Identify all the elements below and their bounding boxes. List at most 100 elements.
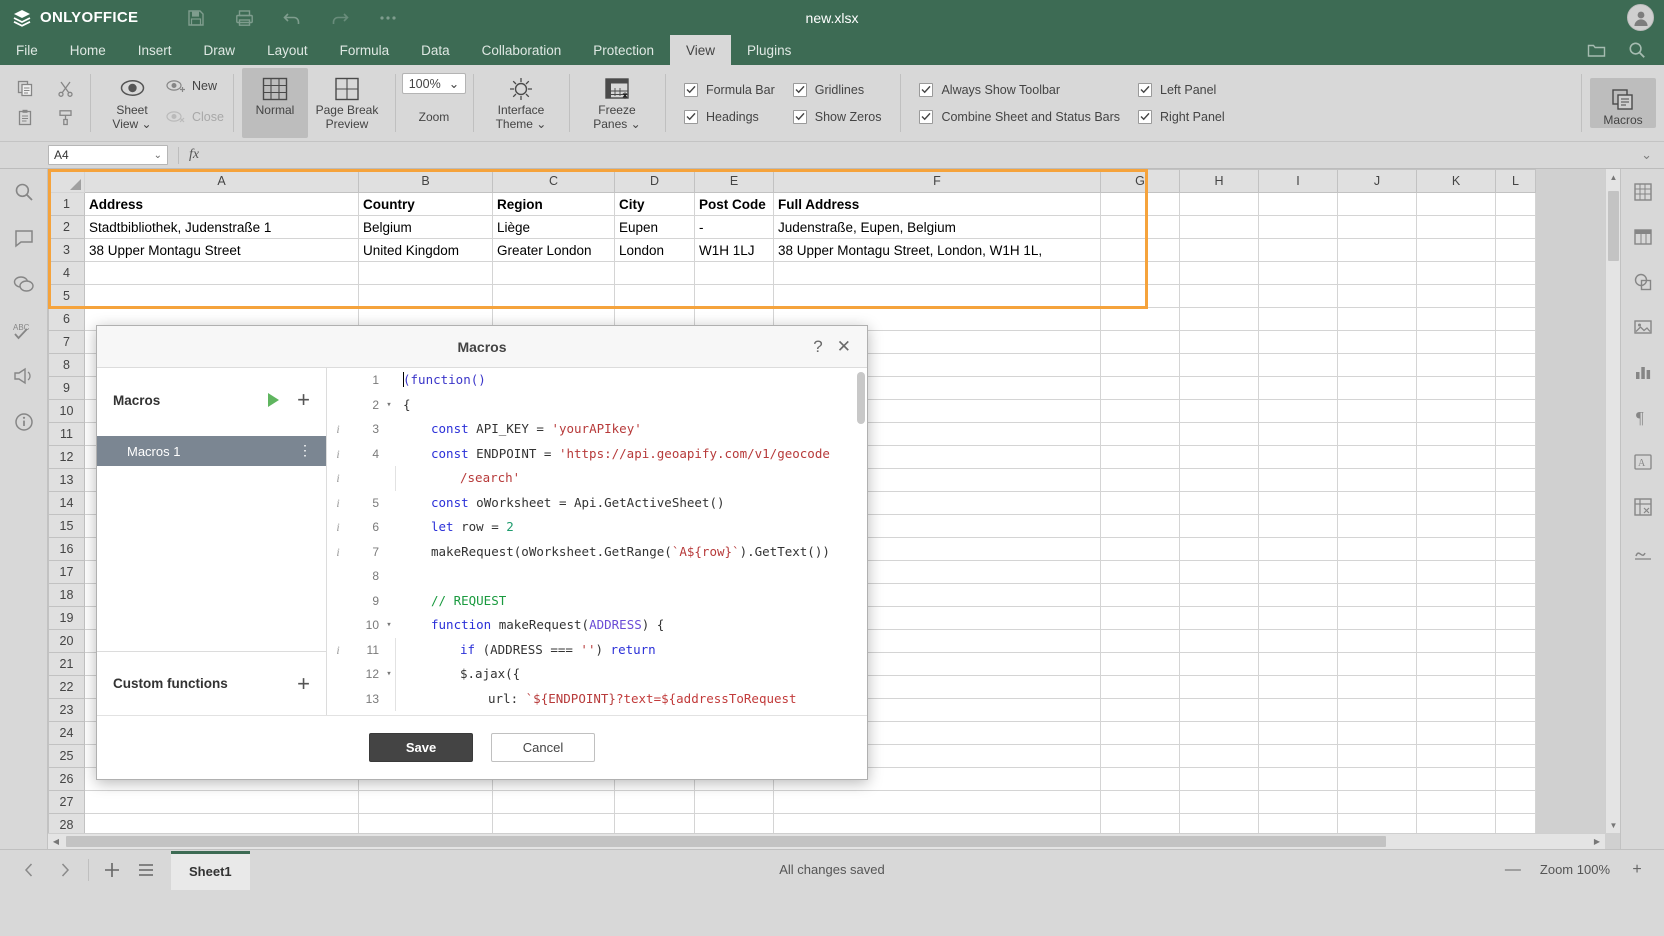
- cell-I1[interactable]: [1258, 192, 1338, 216]
- close-icon[interactable]: ✕: [837, 338, 851, 355]
- menu-item-draw[interactable]: Draw: [188, 35, 252, 65]
- cell-I26[interactable]: [1258, 767, 1338, 791]
- cell-G13[interactable]: [1100, 468, 1180, 492]
- sheet-view-new-button[interactable]: New: [165, 76, 224, 96]
- cell-K24[interactable]: [1416, 721, 1496, 745]
- macros-button[interactable]: Macros: [1590, 78, 1656, 128]
- cell-J1[interactable]: [1337, 192, 1417, 216]
- cell-G8[interactable]: [1100, 353, 1180, 377]
- cell-H15[interactable]: [1179, 514, 1259, 538]
- cell-H11[interactable]: [1179, 422, 1259, 446]
- row-header-10[interactable]: 10: [48, 399, 85, 423]
- sheet-view-button[interactable]: Sheet View ⌄: [99, 68, 165, 132]
- row-header-11[interactable]: 11: [48, 422, 85, 446]
- cell-E1[interactable]: Post Code: [694, 192, 774, 216]
- menu-item-file[interactable]: File: [0, 35, 54, 65]
- cell-I11[interactable]: [1258, 422, 1338, 446]
- scroll-down-icon[interactable]: ▼: [1606, 817, 1620, 833]
- info-marker-icon[interactable]: i: [327, 442, 349, 467]
- cell-J18[interactable]: [1337, 583, 1417, 607]
- cell-K2[interactable]: [1416, 215, 1496, 239]
- macro-item-menu-icon[interactable]: ⋮: [298, 443, 312, 457]
- cell-B4[interactable]: [358, 261, 493, 285]
- row-header-24[interactable]: 24: [48, 721, 85, 745]
- row-header-27[interactable]: 27: [48, 790, 85, 814]
- cell-K4[interactable]: [1416, 261, 1496, 285]
- row-header-26[interactable]: 26: [48, 767, 85, 791]
- cell-L15[interactable]: [1495, 514, 1536, 538]
- cell-L7[interactable]: [1495, 330, 1536, 354]
- freeze-panes-button[interactable]: Freeze Panes ⌄: [578, 68, 656, 138]
- cell-J4[interactable]: [1337, 261, 1417, 285]
- row-header-5[interactable]: 5: [48, 284, 85, 308]
- spellcheck-icon[interactable]: ABC: [11, 317, 37, 343]
- info-icon[interactable]: [11, 409, 37, 435]
- cell-I5[interactable]: [1258, 284, 1338, 308]
- scroll-left-icon[interactable]: ◀: [48, 834, 64, 849]
- cell-K8[interactable]: [1416, 353, 1496, 377]
- cell-K1[interactable]: [1416, 192, 1496, 216]
- cell-G11[interactable]: [1100, 422, 1180, 446]
- cell-G1[interactable]: [1100, 192, 1180, 216]
- cell-K20[interactable]: [1416, 629, 1496, 653]
- cell-G18[interactable]: [1100, 583, 1180, 607]
- row-header-8[interactable]: 8: [48, 353, 85, 377]
- row-header-17[interactable]: 17: [48, 560, 85, 584]
- cell-H23[interactable]: [1179, 698, 1259, 722]
- row-header-12[interactable]: 12: [48, 445, 85, 469]
- page-break-preview-button[interactable]: Page Break Preview: [308, 68, 386, 138]
- previous-sheet-icon[interactable]: [18, 859, 40, 881]
- cell-K9[interactable]: [1416, 376, 1496, 400]
- cell-G7[interactable]: [1100, 330, 1180, 354]
- cell-B2[interactable]: Belgium: [358, 215, 493, 239]
- table-settings-icon[interactable]: [1630, 224, 1656, 250]
- row-header-25[interactable]: 25: [48, 744, 85, 768]
- row-header-21[interactable]: 21: [48, 652, 85, 676]
- cell-A5[interactable]: [84, 284, 359, 308]
- checkbox-combine-sheet-status-bars[interactable]: Combine Sheet and Status Bars: [919, 109, 1120, 124]
- cancel-button[interactable]: Cancel: [491, 733, 595, 762]
- cell-L2[interactable]: [1495, 215, 1536, 239]
- cell-K22[interactable]: [1416, 675, 1496, 699]
- cell-J27[interactable]: [1337, 790, 1417, 814]
- cell-J23[interactable]: [1337, 698, 1417, 722]
- cell-H26[interactable]: [1179, 767, 1259, 791]
- cell-L23[interactable]: [1495, 698, 1536, 722]
- column-header-B[interactable]: B: [358, 169, 493, 193]
- cell-B27[interactable]: [358, 790, 493, 814]
- cell-H22[interactable]: [1179, 675, 1259, 699]
- cell-F1[interactable]: Full Address: [773, 192, 1101, 216]
- cell-J20[interactable]: [1337, 629, 1417, 653]
- pivot-table-settings-icon[interactable]: [1630, 494, 1656, 520]
- info-marker-icon[interactable]: i: [327, 515, 349, 540]
- cell-D5[interactable]: [614, 284, 695, 308]
- cell-I6[interactable]: [1258, 307, 1338, 331]
- menu-item-formula[interactable]: Formula: [324, 35, 406, 65]
- row-header-23[interactable]: 23: [48, 698, 85, 722]
- vertical-scroll-thumb[interactable]: [1608, 191, 1619, 261]
- info-marker-icon[interactable]: i: [327, 540, 349, 565]
- cell-G6[interactable]: [1100, 307, 1180, 331]
- zoom-out-button[interactable]: —: [1504, 861, 1522, 879]
- checkbox-right-panel[interactable]: Right Panel: [1138, 109, 1225, 124]
- cell-G3[interactable]: [1100, 238, 1180, 262]
- scroll-up-icon[interactable]: ▲: [1606, 169, 1620, 185]
- cell-G26[interactable]: [1100, 767, 1180, 791]
- signature-settings-icon[interactable]: [1630, 539, 1656, 565]
- cell-C4[interactable]: [492, 261, 615, 285]
- formula-input[interactable]: [211, 145, 1641, 165]
- scroll-right-icon[interactable]: ▶: [1589, 834, 1605, 849]
- checkbox-headings[interactable]: Headings: [683, 109, 775, 124]
- cell-K21[interactable]: [1416, 652, 1496, 676]
- cell-G2[interactable]: [1100, 215, 1180, 239]
- menu-item-insert[interactable]: Insert: [122, 35, 188, 65]
- cell-I23[interactable]: [1258, 698, 1338, 722]
- row-header-20[interactable]: 20: [48, 629, 85, 653]
- cell-A2[interactable]: Stadtbibliothek, Judenstraße 1: [84, 215, 359, 239]
- cell-H6[interactable]: [1179, 307, 1259, 331]
- zoom-select[interactable]: 100% ⌄: [401, 73, 467, 94]
- cell-L11[interactable]: [1495, 422, 1536, 446]
- cell-L4[interactable]: [1495, 261, 1536, 285]
- cell-J10[interactable]: [1337, 399, 1417, 423]
- fold-toggle-icon[interactable]: ▾: [383, 662, 395, 687]
